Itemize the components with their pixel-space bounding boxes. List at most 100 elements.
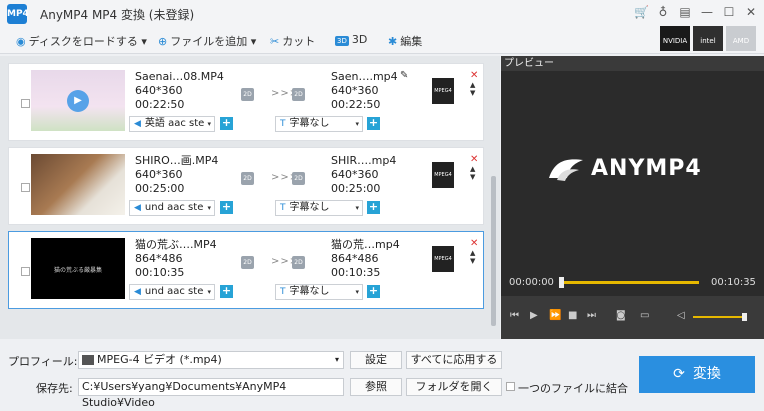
key-icon[interactable]: ♁ (656, 5, 670, 19)
minimize-icon[interactable]: — (700, 5, 714, 19)
next-icon[interactable]: ⏭ (587, 310, 596, 321)
subtitle-icon: T (280, 119, 286, 129)
anymp4-logo-icon (549, 159, 583, 181)
file-row[interactable]: SHIRO…画.MP4 640*360 00:25:00 2D >>> 2D S… (8, 147, 484, 225)
bottom-panel: プロフィール: MPEG-4 ビデオ (*.mp4) ▾ 設定 すべてに応用する… (0, 340, 764, 411)
volume-handle[interactable] (742, 313, 748, 321)
source-filename: SHIRO…画.MP4 (135, 154, 219, 167)
add-file-label: ファイルを追加 (170, 35, 248, 48)
move-up-down-icon[interactable]: ▲ ▼ (470, 81, 475, 97)
file-row[interactable]: 猫の荒ぶる厳暴集 猫の荒ぶ….MP4 864*486 00:10:35 2D >… (8, 231, 484, 309)
delete-icon[interactable]: ✕ (470, 70, 478, 81)
video-thumbnail[interactable]: ▶ (31, 70, 125, 131)
speaker-icon: ◀ (134, 203, 141, 213)
subtitle-select[interactable]: T 字幕なし ▾ (275, 116, 363, 132)
3d-icon: 3D (335, 36, 349, 46)
chat-icon[interactable]: ▤ (678, 5, 692, 19)
file-checkbox[interactable] (21, 183, 30, 192)
video-thumbnail[interactable] (31, 154, 125, 215)
close-icon[interactable]: ✕ (744, 5, 758, 19)
move-up-down-icon[interactable]: ▲ ▼ (470, 249, 475, 265)
audio-track-select[interactable]: ◀ 英語 aac ste ▾ (129, 116, 215, 132)
brand-logo: ANYMP4 (547, 156, 702, 182)
cut-label: カット (282, 35, 316, 48)
file-checkbox[interactable] (21, 267, 30, 276)
chevron-down-icon: ▾ (355, 204, 359, 212)
output-duration: 00:22:50 (331, 98, 381, 111)
edit-label: 編集 (400, 35, 423, 48)
merge-checkbox[interactable] (506, 382, 515, 391)
chevron-down-icon: ▾ (207, 288, 211, 296)
open-folder-button[interactable]: フォルダを開く (406, 378, 502, 396)
playback-controls: ⏮ ▶ ⏩ ■ ⏭ ◙ ▭ ◁ (501, 296, 764, 339)
apply-all-button[interactable]: すべてに応用する (406, 351, 502, 369)
move-up-down-icon[interactable]: ▲ ▼ (470, 165, 475, 181)
audio-track-select[interactable]: ◀ und aac ste ▾ (129, 284, 215, 300)
edit-icon: ✱ (388, 35, 398, 48)
audio-track-select[interactable]: ◀ und aac ste ▾ (129, 200, 215, 216)
nvidia-badge: NVIDIA (660, 26, 690, 51)
window-controls: 🛒 ♁ ▤ — ☐ ✕ (634, 5, 758, 19)
file-row[interactable]: ▶ Saenai…08.MP4 640*360 00:22:50 2D >>> … (8, 63, 484, 141)
rename-icon[interactable]: ✎ (400, 70, 408, 81)
subtitle-value: 字幕なし (289, 202, 330, 213)
output-format-icon[interactable]: MPEG4 (432, 78, 454, 104)
add-audio-button[interactable]: + (220, 201, 233, 214)
disc-icon: ◉ (16, 35, 26, 48)
intel-badge: intel (693, 26, 723, 51)
scrollbar-thumb[interactable] (491, 176, 496, 326)
profile-select[interactable]: MPEG-4 ビデオ (*.mp4) ▾ (78, 351, 344, 369)
fast-forward-icon[interactable]: ⏩ (549, 310, 561, 321)
source-info: 猫の荒ぶ….MP4 864*486 00:10:35 (135, 238, 217, 280)
output-duration: 00:10:35 (331, 266, 381, 279)
preview-header: プレビュー (501, 56, 764, 71)
delete-icon[interactable]: ✕ (470, 154, 478, 165)
scissors-icon: ✂ (270, 35, 280, 48)
output-resolution: 640*360 (331, 84, 379, 97)
2d-icon: 2D (241, 256, 254, 269)
add-subtitle-button[interactable]: + (367, 201, 380, 214)
add-audio-button[interactable]: + (220, 117, 233, 130)
source-filename: Saenai…08.MP4 (135, 70, 224, 83)
play-icon[interactable]: ▶ (530, 310, 538, 321)
source-resolution: 864*486 (135, 252, 183, 265)
subtitle-select[interactable]: T 字幕なし ▾ (275, 284, 363, 300)
add-subtitle-button[interactable]: + (367, 285, 380, 298)
folder-icon[interactable]: ▭ (640, 310, 649, 321)
settings-button[interactable]: 設定 (350, 351, 402, 369)
cart-icon[interactable]: 🛒 (634, 5, 649, 19)
previous-icon[interactable]: ⏮ (510, 310, 519, 321)
chevron-down-icon: ▾ (250, 35, 257, 48)
subtitle-select[interactable]: T 字幕なし ▾ (275, 200, 363, 216)
output-format-icon[interactable]: MPEG4 (432, 246, 454, 272)
save-path-field[interactable]: C:¥Users¥yang¥Documents¥AnyMP4 Studio¥Vi… (78, 378, 344, 409)
play-icon[interactable]: ▶ (67, 90, 89, 112)
load-disc-button[interactable]: ◉ ディスクをロードする ▾ (16, 33, 147, 49)
volume-slider[interactable] (693, 316, 745, 318)
3d-button[interactable]: 3D 3D (335, 33, 367, 46)
stop-icon[interactable]: ■ (568, 310, 577, 321)
edit-button[interactable]: ✱ 編集 (388, 33, 422, 49)
convert-icon: ⟳ (673, 366, 685, 382)
audio-track-value: und aac ste (144, 202, 204, 213)
file-list-scrollbar[interactable] (489, 58, 498, 338)
add-subtitle-button[interactable]: + (367, 117, 380, 130)
seek-handle[interactable] (559, 277, 564, 288)
file-checkbox[interactable] (21, 99, 30, 108)
output-info: SHIR….mp4 640*360 00:25:00 (331, 154, 396, 196)
add-file-button[interactable]: ⊕ ファイルを追加 ▾ (158, 33, 256, 49)
output-format-icon[interactable]: MPEG4 (432, 162, 454, 188)
browse-button[interactable]: 参照 (350, 378, 402, 396)
seek-bar[interactable] (561, 281, 699, 284)
snapshot-icon[interactable]: ◙ (616, 310, 626, 321)
video-thumbnail[interactable]: 猫の荒ぶる厳暴集 (31, 238, 125, 299)
volume-icon[interactable]: ◁ (677, 310, 685, 321)
convert-button[interactable]: ⟳ 変換 (639, 356, 755, 393)
file-list: ▶ Saenai…08.MP4 640*360 00:22:50 2D >>> … (0, 56, 500, 339)
add-audio-button[interactable]: + (220, 285, 233, 298)
cut-button[interactable]: ✂ カット (270, 33, 315, 49)
maximize-icon[interactable]: ☐ (722, 5, 736, 19)
output-info: 猫の荒…mp4 864*486 00:10:35 (331, 238, 400, 280)
subtitle-value: 字幕なし (289, 118, 330, 129)
delete-icon[interactable]: ✕ (470, 238, 478, 249)
